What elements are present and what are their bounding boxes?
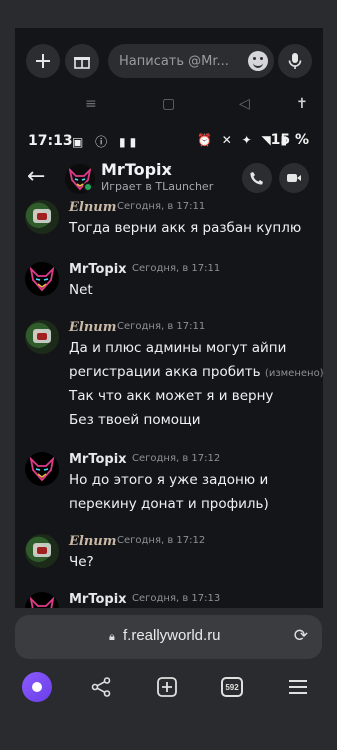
menu-button[interactable] xyxy=(283,672,313,702)
author-name[interactable]: MrTopix xyxy=(69,262,127,277)
activity-status: Играет в TLauncher xyxy=(101,180,214,193)
fox-logo-icon xyxy=(29,266,55,292)
author-name[interactable]: Elnum xyxy=(69,534,117,549)
lock-icon: 🔒︎ xyxy=(109,630,115,643)
avatar[interactable] xyxy=(25,452,59,486)
message-text: Net xyxy=(69,282,93,298)
message-input[interactable]: Написать @Mr... xyxy=(108,44,274,78)
author-name[interactable]: Elnum xyxy=(69,320,117,335)
avatar[interactable] xyxy=(25,534,59,568)
tabs-button[interactable]: 592 xyxy=(217,672,247,702)
back-arrow-icon[interactable]: ← xyxy=(27,166,45,188)
recent-apps-icon[interactable]: ≡ xyxy=(85,96,97,112)
battery-level: 15 % xyxy=(270,132,309,148)
back-icon[interactable]: ◁ xyxy=(239,96,250,112)
voice-message-button[interactable] xyxy=(278,44,312,78)
home-icon[interactable]: ▢ xyxy=(162,96,175,112)
author-name[interactable]: MrTopix xyxy=(69,452,127,467)
alice-assistant-button[interactable] xyxy=(22,672,52,702)
chat-title[interactable]: MrTopix xyxy=(101,160,172,179)
menu-icon xyxy=(289,680,307,694)
notification-icons: ▣ ⓘ ▮▮ xyxy=(72,135,141,149)
accessibility-icon[interactable]: ✝ xyxy=(296,96,308,112)
call-icon xyxy=(250,172,263,185)
avatar[interactable] xyxy=(25,262,59,296)
share-icon xyxy=(91,677,111,697)
new-tab-button[interactable] xyxy=(152,672,182,702)
author-name[interactable]: MrTopix xyxy=(69,592,127,607)
edited-label: (изменено) xyxy=(264,368,323,379)
fox-logo-icon xyxy=(29,596,55,608)
url-text[interactable]: f.reallyworld.ru xyxy=(123,627,221,644)
share-button[interactable] xyxy=(86,672,116,702)
avatar[interactable] xyxy=(25,200,59,234)
video-icon xyxy=(287,174,301,182)
emoji-icon[interactable] xyxy=(248,51,268,71)
gift-icon xyxy=(74,57,90,69)
mic-icon xyxy=(288,53,302,69)
avatar[interactable] xyxy=(25,592,59,608)
gift-button[interactable] xyxy=(65,44,99,78)
chevron-right-icon[interactable]: › xyxy=(167,161,172,175)
plus-icon xyxy=(36,54,50,68)
status-time: 17:13 xyxy=(28,133,73,149)
address-bar[interactable]: 🔒︎ f.reallyworld.ru ⟳ xyxy=(15,615,322,659)
message-text: Без твоей помощи xyxy=(69,412,201,428)
discord-screenshot: Написать @Mr... ≡ ▢ ◁ ✝ 17:13 ▣ ⓘ ▮▮ ⏰ ✕… xyxy=(15,28,323,608)
message-timestamp: Сегодня, в 17:11 xyxy=(117,201,206,212)
message-text: Да и плюс админы могут айпи xyxy=(69,340,287,356)
voice-call-button[interactable] xyxy=(242,163,272,193)
tabs-icon: 592 xyxy=(221,677,243,697)
video-call-button[interactable] xyxy=(279,163,309,193)
message-text-line: регистрации акка пробить xyxy=(69,364,261,380)
message-text: Че? xyxy=(69,554,94,570)
new-tab-icon xyxy=(157,677,177,697)
message-timestamp: Сегодня, в 17:12 xyxy=(132,453,221,464)
message-timestamp: Сегодня, в 17:12 xyxy=(117,535,206,546)
message-timestamp: Сегодня, в 17:11 xyxy=(132,263,221,274)
fox-logo-icon xyxy=(29,456,55,482)
avatar[interactable] xyxy=(25,320,59,354)
chat-header: ← MrTopix › Играет в TLauncher xyxy=(15,160,323,198)
message-timestamp: Сегодня, в 17:13 xyxy=(132,593,221,604)
message-text: Но до этого я уже задоню и xyxy=(69,472,269,488)
status-bar: 17:13 ▣ ⓘ ▮▮ ⏰ ✕ ✦ ◥ ▮ 15 % xyxy=(15,132,323,152)
reload-icon[interactable]: ⟳ xyxy=(294,626,308,646)
online-status-dot xyxy=(83,182,93,192)
message-text: Тогда верни акк я разбан куплю xyxy=(69,220,302,236)
author-name[interactable]: Elnum xyxy=(69,200,117,215)
message-text: регистрации акка пробить (изменено) xyxy=(69,364,323,380)
browser-toolbar: 592 xyxy=(0,668,337,708)
composer-bar: Написать @Mr... xyxy=(15,44,323,80)
message-input-placeholder: Написать @Mr... xyxy=(119,53,229,69)
android-nav-bar: ≡ ▢ ◁ ✝ xyxy=(15,96,323,116)
browser-viewport: Написать @Mr... ≡ ▢ ◁ ✝ 17:13 ▣ ⓘ ▮▮ ⏰ ✕… xyxy=(0,0,337,750)
message-text: перекину донат и профиль) xyxy=(69,496,269,512)
message-timestamp: Сегодня, в 17:11 xyxy=(117,321,206,332)
add-attachment-button[interactable] xyxy=(26,44,60,78)
message-text: Так что акк может я и верну xyxy=(69,388,274,404)
